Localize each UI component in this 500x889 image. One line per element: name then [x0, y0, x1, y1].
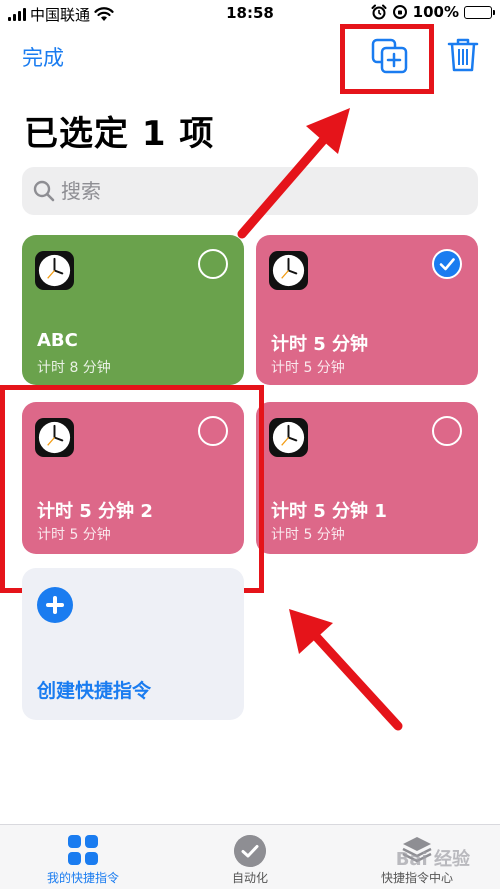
- watermark-logo: Bai 经验: [395, 849, 470, 870]
- clock-app-icon: [35, 251, 74, 290]
- clock-app-icon: [269, 251, 308, 290]
- shortcut-subtitle: 计时 5 分钟: [271, 527, 345, 543]
- battery-percent: 100%: [412, 3, 459, 21]
- done-button[interactable]: 完成: [22, 42, 64, 72]
- trash-icon[interactable]: [446, 37, 480, 73]
- battery-icon: [464, 5, 495, 19]
- status-right: 100%: [371, 3, 495, 21]
- select-checkbox[interactable]: [198, 249, 228, 279]
- shortcut-title: 计时 5 分钟 1: [271, 501, 387, 522]
- shortcut-title: ABC: [37, 330, 78, 351]
- duplicate-highlight-box: [340, 24, 434, 94]
- plus-icon: [37, 587, 73, 623]
- create-shortcut-card[interactable]: 创建快捷指令: [22, 568, 244, 720]
- tab-automation[interactable]: 自动化: [167, 825, 333, 889]
- tab-bar: 我的快捷指令 自动化 快捷指令中心 Bai 经验: [0, 824, 500, 889]
- orientation-lock-icon: [392, 5, 407, 19]
- tab-label: 我的快捷指令: [46, 871, 119, 885]
- shortcut-card-abc[interactable]: ABC 计时 8 分钟: [22, 235, 244, 385]
- shortcut-card-timer-5[interactable]: 计时 5 分钟 计时 5 分钟: [256, 235, 478, 385]
- shortcut-title: 计时 5 分钟: [271, 334, 369, 355]
- shortcut-subtitle: 计时 8 分钟: [37, 360, 111, 376]
- checkmark-icon: [439, 258, 455, 271]
- shortcut-card-timer-5-1[interactable]: 计时 5 分钟 1 计时 5 分钟: [256, 402, 478, 554]
- shortcuts-grid-icon: [68, 835, 98, 865]
- select-checkbox-checked[interactable]: [432, 249, 462, 279]
- tab-my-shortcuts[interactable]: 我的快捷指令: [0, 825, 166, 889]
- search-input[interactable]: [61, 179, 441, 203]
- tab-label: 快捷指令中心: [380, 871, 453, 885]
- clock-app-icon: [269, 418, 308, 457]
- select-checkbox[interactable]: [432, 416, 462, 446]
- card-highlight-box: [0, 385, 264, 593]
- search-bar[interactable]: [22, 167, 478, 215]
- search-icon: [33, 180, 55, 202]
- tab-label: 自动化: [231, 871, 268, 885]
- create-shortcut-label: 创建快捷指令: [37, 680, 152, 702]
- automation-icon: [234, 835, 266, 867]
- alarm-icon: [371, 4, 387, 20]
- page-title: 已选定 1 项: [24, 114, 215, 154]
- shortcut-subtitle: 计时 5 分钟: [271, 360, 345, 376]
